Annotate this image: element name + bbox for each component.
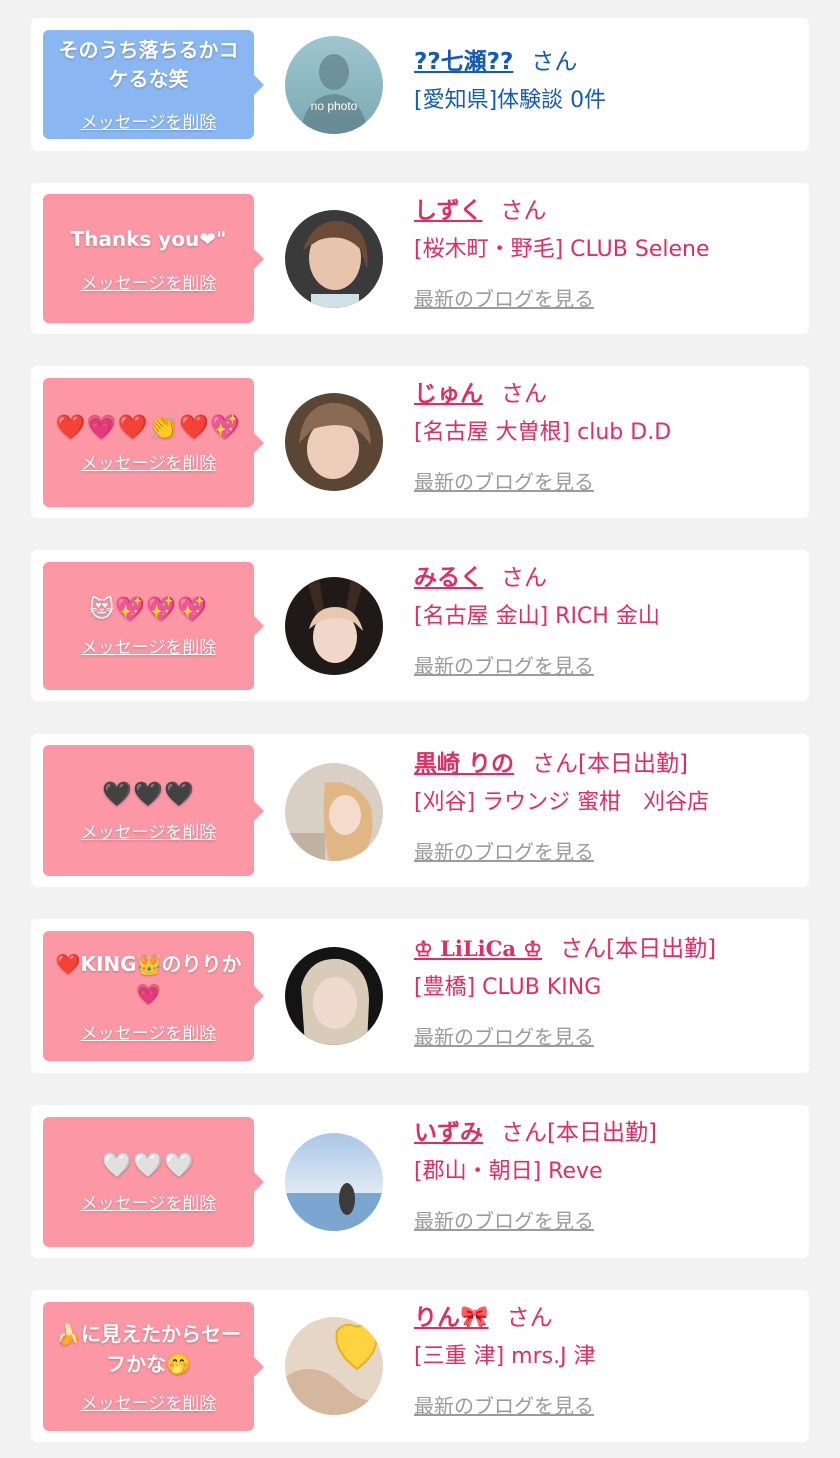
profile-name-link[interactable]: しずく	[414, 198, 483, 224]
profile-photo	[285, 763, 383, 861]
honorific-suffix: さん[本日出勤]	[501, 1120, 657, 1146]
profile-photo	[285, 1317, 383, 1415]
message-bubble: 🤍🤍🤍 メッセージを削除	[43, 1117, 264, 1247]
message-text: 🤍🤍🤍	[102, 1151, 195, 1179]
latest-blog-link[interactable]: 最新のブログを見る	[414, 283, 797, 312]
message-text: Thanks you❤"	[70, 226, 227, 251]
profile-info: しずく さん [桜木町・野毛] CLUB Selene 最新のブログを見る	[414, 195, 797, 312]
message-card: ❤️KING👑のりりか💗 メッセージを削除 ♔ LiLiCa ♔ さん[本日出勤]…	[31, 919, 809, 1073]
message-card: そのうち落ちるかコケるな笑 メッセージを削除 no photo ??七瀬?? さん…	[31, 18, 809, 151]
shop-info: [名古屋 金山] RICH 金山	[414, 604, 660, 629]
latest-blog-link[interactable]: 最新のブログを見る	[414, 1205, 797, 1234]
profile-photo	[285, 210, 383, 308]
message-bubble: 🍌に見えたからセーフかな🤭 メッセージを削除	[43, 1302, 264, 1431]
profile-info: いずみ さん[本日出勤] [郡山・朝日] Reve 最新のブログを見る	[414, 1117, 797, 1234]
avatar[interactable]	[285, 1317, 383, 1415]
honorific-suffix: さん[本日出勤]	[532, 751, 688, 777]
avatar[interactable]: no photo	[285, 36, 383, 134]
avatar[interactable]	[285, 947, 383, 1045]
shop-info: [刈谷] ラウンジ 蜜柑 刈谷店	[414, 790, 710, 815]
profile-info: ??七瀬?? さん [愛知県]体験談 0件	[414, 46, 797, 118]
profile-info: ♔ LiLiCa ♔ さん[本日出勤] [豊橋] CLUB KING 最新のブログ…	[414, 933, 797, 1050]
message-card: 🤍🤍🤍 メッセージを削除 いずみ さん[本日出勤] [郡山・朝日] Reve 最新…	[31, 1105, 809, 1258]
message-bubble: 😻💖💖💖 メッセージを削除	[43, 562, 264, 690]
profile-name-link[interactable]: じゅん	[414, 381, 483, 407]
message-list: そのうち落ちるかコケるな笑 メッセージを削除 no photo ??七瀬?? さん…	[0, 0, 840, 1458]
profile-name-link[interactable]: いずみ	[414, 1120, 483, 1146]
delete-message-link[interactable]: メッセージを削除	[81, 269, 217, 294]
honorific-suffix: さん[本日出勤]	[560, 936, 717, 962]
shop-info: [三重 津] mrs.J 津	[414, 1344, 596, 1369]
avatar[interactable]	[285, 393, 383, 491]
shop-info: [名古屋 大曽根] club D.D	[414, 420, 672, 445]
message-bubble: Thanks you❤" メッセージを削除	[43, 194, 264, 323]
delete-message-link[interactable]: メッセージを削除	[81, 818, 217, 843]
shop-info: [豊橋] CLUB KING	[414, 975, 602, 1000]
message-card: 🍌に見えたからセーフかな🤭 メッセージを削除 りん🎀 さん [三重 津] mrs.…	[31, 1290, 809, 1442]
latest-blog-link[interactable]: 最新のブログを見る	[414, 836, 797, 865]
profile-info: りん🎀 さん [三重 津] mrs.J 津 最新のブログを見る	[414, 1302, 797, 1419]
latest-blog-link[interactable]: 最新のブログを見る	[414, 650, 797, 679]
delete-message-link[interactable]: メッセージを削除	[81, 633, 217, 658]
message-bubble: ❤️KING👑のりりか💗 メッセージを削除	[43, 931, 264, 1061]
delete-message-link[interactable]: メッセージを削除	[81, 1189, 217, 1214]
message-text: ❤️KING👑のりりか💗	[55, 951, 242, 1006]
profile-info: 黒崎 りの さん[本日出勤] [刈谷] ラウンジ 蜜柑 刈谷店 最新のブログを見る	[414, 748, 797, 865]
profile-photo	[285, 947, 383, 1045]
delete-message-link[interactable]: メッセージを削除	[81, 108, 217, 133]
profile-photo	[285, 393, 383, 491]
message-bubble: そのうち落ちるかコケるな笑 メッセージを削除	[43, 30, 264, 139]
profile-info: みるく さん [名古屋 金山] RICH 金山 最新のブログを見る	[414, 562, 797, 679]
delete-message-link[interactable]: メッセージを削除	[81, 1019, 217, 1044]
latest-blog-link[interactable]: 最新のブログを見る	[414, 1390, 797, 1419]
message-card: Thanks you❤" メッセージを削除 しずく さん [桜木町・野毛] CLU…	[31, 183, 809, 334]
profile-name-link[interactable]: 黒崎 りの	[414, 751, 514, 777]
avatar[interactable]	[285, 210, 383, 308]
avatar[interactable]	[285, 763, 383, 861]
delete-message-link[interactable]: メッセージを削除	[81, 1389, 217, 1414]
profile-photo	[285, 1133, 383, 1231]
message-card: 🖤🖤🖤 メッセージを削除 黒崎 りの さん[本日出勤] [刈谷] ラウンジ 蜜柑 …	[31, 734, 809, 887]
profile-name-link[interactable]: ♔ LiLiCa ♔	[414, 936, 542, 961]
latest-blog-link[interactable]: 最新のブログを見る	[414, 1021, 797, 1050]
message-bubble: 🖤🖤🖤 メッセージを削除	[43, 745, 264, 876]
honorific-suffix: さん	[501, 381, 547, 407]
message-text: そのうち落ちるかコケるな笑	[58, 38, 239, 91]
message-bubble: ❤️💗❤️👏❤️💖 メッセージを削除	[43, 378, 264, 507]
profile-name-link[interactable]: りん🎀	[414, 1305, 489, 1331]
profile-name-link[interactable]: みるく	[414, 565, 483, 591]
honorific-suffix: さん	[506, 1305, 553, 1331]
message-text: 🖤🖤🖤	[102, 779, 195, 808]
message-text: 🍌に見えたからセーフかな🤭	[56, 1322, 241, 1376]
shop-info: [愛知県]体験談 0件	[414, 88, 607, 113]
latest-blog-link[interactable]: 最新のブログを見る	[414, 466, 797, 495]
avatar[interactable]	[285, 577, 383, 675]
no-photo-label: no photo	[311, 99, 358, 113]
message-text: 😻💖💖💖	[89, 595, 208, 623]
no-photo-avatar-image: no photo	[285, 36, 383, 134]
message-card: ❤️💗❤️👏❤️💖 メッセージを削除 じゅん さん [名古屋 大曽根] club …	[31, 366, 809, 518]
honorific-suffix: さん	[500, 198, 547, 224]
shop-info: [桜木町・野毛] CLUB Selene	[414, 237, 710, 262]
honorific-suffix: さん	[531, 49, 578, 75]
honorific-suffix: さん	[501, 565, 547, 591]
profile-photo	[285, 577, 383, 675]
message-card: 😻💖💖💖 メッセージを削除 みるく さん [名古屋 金山] RICH 金山 最新の…	[31, 550, 809, 701]
delete-message-link[interactable]: メッセージを削除	[81, 449, 217, 474]
avatar[interactable]	[285, 1133, 383, 1231]
profile-info: じゅん さん [名古屋 大曽根] club D.D 最新のブログを見る	[414, 378, 797, 495]
message-text: ❤️💗❤️👏❤️💖	[55, 412, 242, 441]
shop-info: [郡山・朝日] Reve	[414, 1159, 603, 1184]
profile-name-link[interactable]: ??七瀬??	[414, 49, 513, 75]
